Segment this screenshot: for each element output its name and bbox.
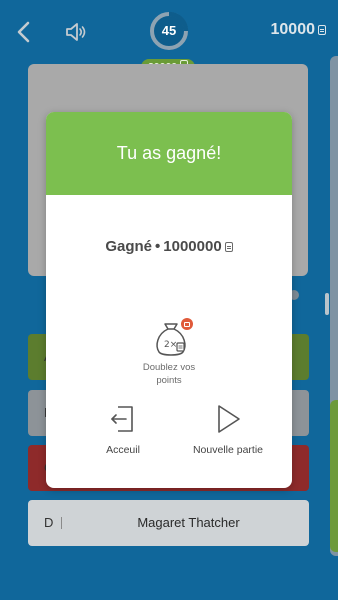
answer-letter: D — [44, 515, 54, 530]
answer-divider — [61, 517, 62, 529]
play-icon — [218, 405, 240, 433]
tv-icon — [181, 318, 193, 330]
won-amount-line: Gagné • 1000000 — [46, 238, 292, 255]
dialog-header: Tu as gagné! — [46, 112, 292, 195]
home-label: Acceuil — [106, 444, 140, 456]
timer: 45 — [149, 11, 189, 51]
new-game-label: Nouvelle partie — [192, 444, 264, 456]
next-answer-card — [330, 400, 338, 552]
coin-balance: 10000 — [270, 21, 326, 39]
win-dialog: Tu as gagné! Gagné • 1000000 2× Doublez … — [46, 112, 292, 488]
timer-value: 45 — [161, 23, 177, 38]
speaker-icon[interactable] — [64, 20, 88, 44]
won-amount: 1000000 — [163, 238, 222, 255]
svg-text:2×: 2× — [164, 340, 177, 350]
new-game-button[interactable]: Nouvelle partie — [178, 404, 278, 456]
coin-icon — [318, 25, 326, 35]
dialog-title: Tu as gagné! — [116, 143, 222, 163]
exit-door-icon — [111, 406, 133, 432]
answer-text: Magaret Thatcher — [137, 515, 240, 530]
double-points-button[interactable]: 2× Doublez vos points — [135, 316, 203, 390]
answer-option-d[interactable]: D Magaret Thatcher — [28, 500, 309, 546]
top-bar: 45 20000 10000 — [0, 0, 338, 75]
double-points-label: Doublez vos points — [135, 362, 203, 387]
coin-icon — [224, 241, 233, 252]
back-icon[interactable] — [14, 20, 34, 44]
won-label: Gagné — [105, 238, 152, 255]
coin-balance-value: 10000 — [270, 21, 316, 38]
double-points-label-line2: points — [156, 374, 182, 386]
won-separator: • — [155, 238, 161, 255]
home-button[interactable]: Acceuil — [98, 404, 148, 456]
scroll-thumb[interactable] — [325, 293, 329, 315]
double-points-label-line1: Doublez vos — [142, 362, 196, 373]
